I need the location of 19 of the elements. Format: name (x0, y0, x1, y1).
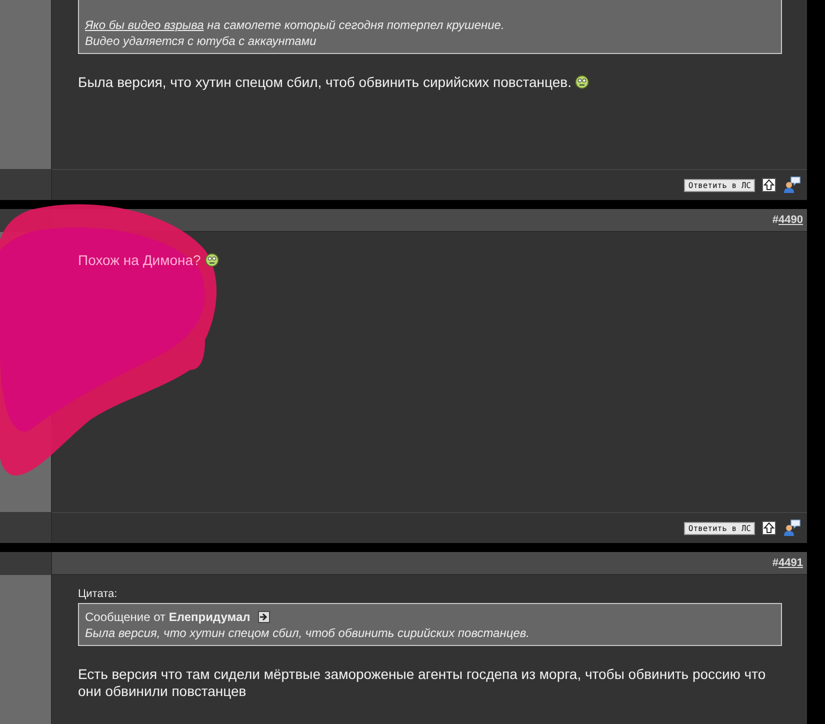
quote-text: Видео удаляется с ютуба с аккаунтами (85, 33, 318, 49)
quote-author-prefix: Сообщение от (85, 610, 167, 624)
reply-pm-button[interactable]: Ответить в ЛС (684, 522, 755, 534)
arrow-up-icon[interactable] (762, 521, 776, 535)
reply-pm-button[interactable]: Ответить в ЛС (684, 178, 755, 192)
post-number-link[interactable]: #4491 (772, 557, 803, 569)
user-speech-bubble-icon[interactable] (783, 519, 801, 537)
quote-label: Цитата: (78, 588, 118, 600)
user-speech-bubble-icon[interactable] (783, 176, 801, 194)
quote-author: Елепридумал (168, 610, 250, 624)
quote-text: Была версия, что хутин спецом сбил, чтоб обвинить сирийских повстанцев. (85, 625, 530, 641)
view-post-icon[interactable] (258, 611, 270, 623)
arrow-up-icon[interactable] (762, 178, 776, 192)
post-text: Есть версия что там сидели мёртвые замороженые агенты госдепа из морга, чтобы обвинить россию что они обвинили повстанцев (78, 666, 766, 699)
post-text: Похож на Димона? (78, 252, 201, 268)
post-number-link[interactable]: #4490 (772, 214, 803, 226)
quote-text: Яко бы видео взрыва на самолете который сегодня потерпел крушение. (85, 17, 506, 33)
quote-link[interactable]: Яко бы видео взрыва (85, 18, 204, 32)
post-text: Была версия, что хутин спецом сбил, чтоб обвинить сирийских повстанцев. (78, 74, 572, 90)
